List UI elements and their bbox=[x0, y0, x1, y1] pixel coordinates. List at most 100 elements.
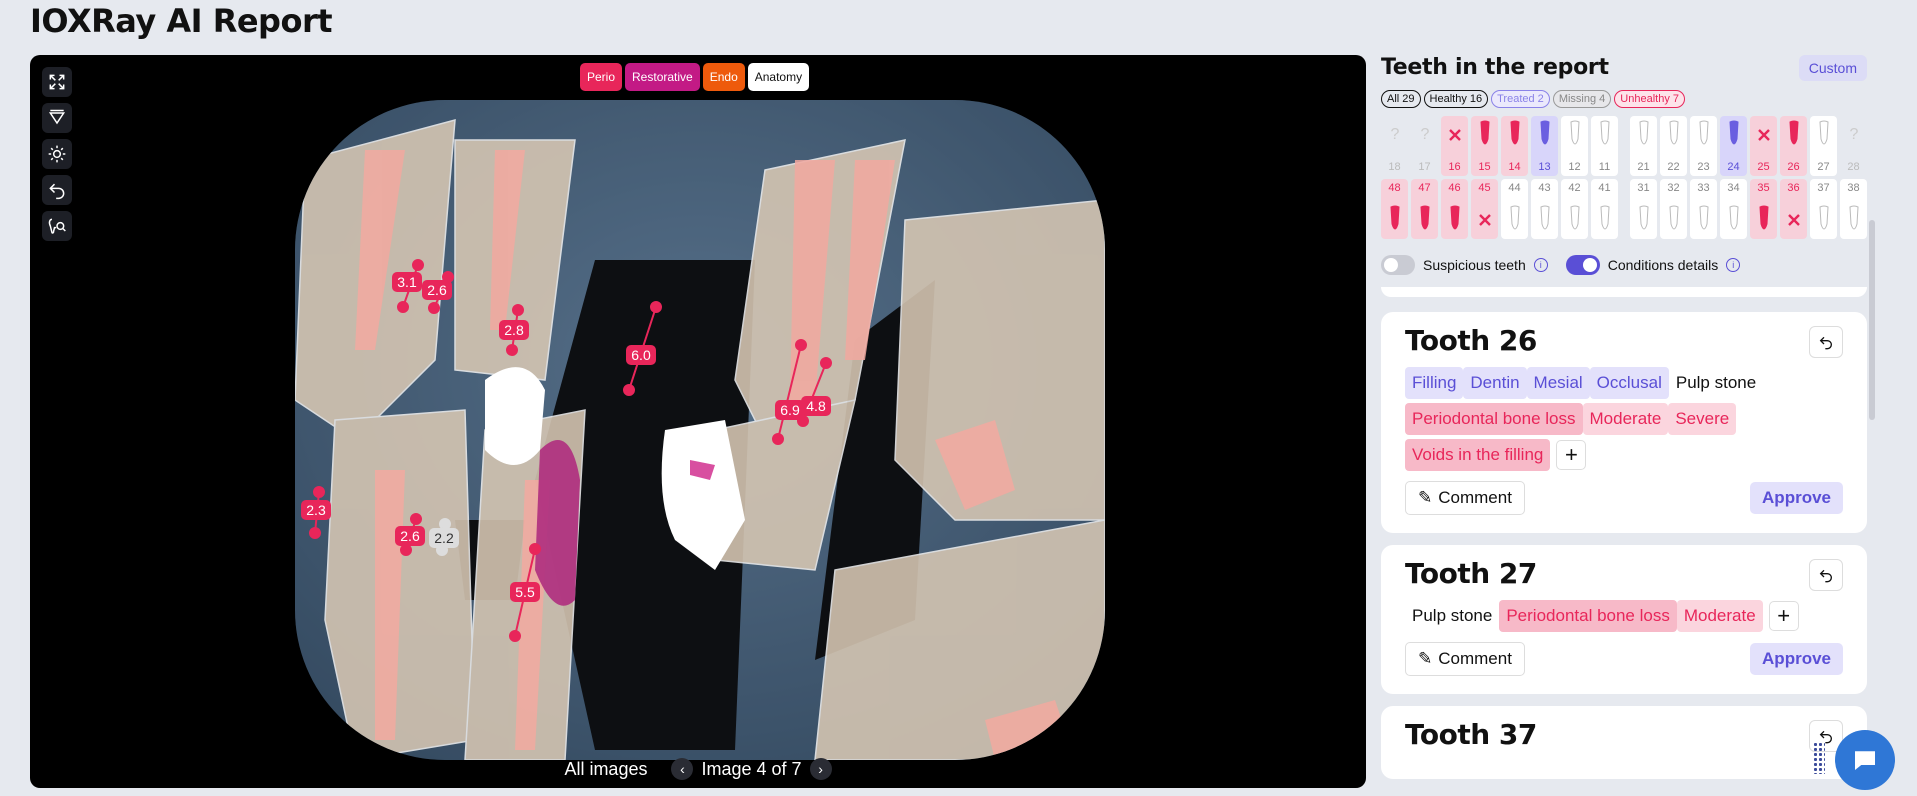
tooth-43[interactable]: 43 bbox=[1531, 179, 1558, 239]
tooth-38[interactable]: 38 bbox=[1840, 179, 1867, 239]
measurement-label[interactable]: 2.6 bbox=[395, 526, 425, 546]
approve-button[interactable]: Approve bbox=[1750, 643, 1843, 675]
chip-all[interactable]: All 29 bbox=[1381, 90, 1421, 108]
tooth-16[interactable]: 16 bbox=[1441, 116, 1468, 176]
tooth-48[interactable]: 48 bbox=[1381, 179, 1408, 239]
expand-icon[interactable] bbox=[42, 67, 72, 97]
suspicious-teeth-toggle[interactable] bbox=[1381, 255, 1415, 275]
tooth-41[interactable]: 41 bbox=[1591, 179, 1618, 239]
tooth-46[interactable]: 46 bbox=[1441, 179, 1468, 239]
tooth-28[interactable]: ? 28 bbox=[1840, 116, 1867, 176]
xray-viewer[interactable]: Perio Restorative Endo Anatomy 3.1 2.6 2… bbox=[30, 55, 1366, 788]
drag-handle[interactable] bbox=[1813, 742, 1825, 774]
filter-perio[interactable]: Perio bbox=[580, 63, 623, 91]
approve-button[interactable]: Approve bbox=[1750, 482, 1843, 514]
tooth-number: 17 bbox=[1418, 161, 1431, 173]
tooth-31[interactable]: 31 bbox=[1630, 179, 1657, 239]
tooth-icon bbox=[1539, 120, 1550, 145]
condition-tag[interactable]: Pulp stone bbox=[1668, 367, 1764, 399]
tooth-number: 46 bbox=[1448, 182, 1461, 194]
tooth-42[interactable]: 42 bbox=[1561, 179, 1588, 239]
chip-treated[interactable]: Treated 2 bbox=[1491, 90, 1550, 108]
undo-button[interactable] bbox=[1809, 559, 1843, 591]
filter-icon[interactable] bbox=[42, 103, 72, 133]
tooth-45[interactable]: 45 bbox=[1471, 179, 1498, 239]
filter-anatomy[interactable]: Anatomy bbox=[747, 63, 810, 91]
tooth-magnify-icon[interactable] bbox=[42, 211, 72, 241]
tooth-number: 45 bbox=[1478, 182, 1491, 194]
measurement-label[interactable]: 5.5 bbox=[510, 582, 540, 602]
tooth-35[interactable]: 35 bbox=[1750, 179, 1777, 239]
measurement-label[interactable]: 4.8 bbox=[801, 396, 831, 416]
brightness-icon[interactable] bbox=[42, 139, 72, 169]
all-images-link[interactable]: All images bbox=[564, 759, 647, 780]
tooth-card-list[interactable]: Tooth 26 Filling Dentin Mesial Occlusal Pulp… bbox=[1381, 287, 1867, 796]
tooth-25[interactable]: 25 bbox=[1750, 116, 1777, 176]
measurement-label[interactable]: 2.2 bbox=[429, 528, 459, 548]
comment-button[interactable]: ✎ Comment bbox=[1405, 642, 1525, 676]
tooth-11[interactable]: 11 bbox=[1591, 116, 1618, 176]
tooth-13[interactable]: 13 bbox=[1531, 116, 1558, 176]
chat-button[interactable] bbox=[1835, 730, 1895, 790]
condition-tag[interactable]: Moderate bbox=[1676, 600, 1763, 632]
measurement-label[interactable]: 2.8 bbox=[499, 320, 529, 340]
tooth-icon bbox=[1728, 205, 1739, 230]
tooth-icon bbox=[1389, 205, 1400, 230]
condition-tag[interactable]: Periodontal bone loss bbox=[1405, 403, 1583, 435]
measurement-label[interactable]: 6.9 bbox=[775, 400, 805, 420]
filter-endo[interactable]: Endo bbox=[702, 63, 745, 91]
report-panel: Teeth in the report Custom All 29 Health… bbox=[1381, 55, 1875, 796]
undo-icon[interactable] bbox=[42, 175, 72, 205]
measurement-label[interactable]: 6.0 bbox=[626, 345, 656, 365]
custom-button[interactable]: Custom bbox=[1798, 55, 1867, 81]
tooth-27[interactable]: 27 bbox=[1810, 116, 1837, 176]
condition-tag[interactable]: Moderate bbox=[1582, 403, 1669, 435]
undo-button[interactable] bbox=[1809, 326, 1843, 358]
tooth-23[interactable]: 23 bbox=[1690, 116, 1717, 176]
tooth-37[interactable]: 37 bbox=[1810, 179, 1837, 239]
chip-healthy[interactable]: Healthy 16 bbox=[1423, 90, 1489, 108]
chip-unhealthy[interactable]: Unhealthy 7 bbox=[1614, 90, 1685, 108]
add-condition-button[interactable]: + bbox=[1768, 601, 1799, 631]
tooth-36[interactable]: 36 bbox=[1780, 179, 1807, 239]
condition-tag[interactable]: Severe bbox=[1668, 403, 1737, 435]
tooth-18[interactable]: ? 18 bbox=[1381, 116, 1408, 176]
image-counter: Image 4 of 7 bbox=[701, 758, 802, 779]
tooth-44[interactable]: 44 bbox=[1501, 179, 1528, 239]
xray-image: 3.1 2.6 2.8 6.0 6.9 4.8 2.3 2.6 2.2 5.5 bbox=[295, 100, 1105, 760]
tooth-32[interactable]: 32 bbox=[1660, 179, 1687, 239]
pencil-icon: ✎ bbox=[1418, 488, 1433, 507]
condition-tag[interactable]: Voids in the filling bbox=[1405, 439, 1551, 471]
condition-tag[interactable]: Dentin bbox=[1463, 367, 1527, 399]
condition-tag[interactable]: Filling bbox=[1405, 367, 1464, 399]
info-icon[interactable]: i bbox=[1533, 258, 1548, 272]
comment-button[interactable]: ✎ Comment bbox=[1405, 481, 1525, 515]
tooth-26[interactable]: 26 bbox=[1780, 116, 1807, 176]
tooth-47[interactable]: 47 bbox=[1411, 179, 1438, 239]
info-icon[interactable]: i bbox=[1726, 258, 1741, 272]
tooth-33[interactable]: 33 bbox=[1690, 179, 1717, 239]
condition-tag[interactable]: Pulp stone bbox=[1405, 600, 1500, 632]
tooth-17[interactable]: ? 17 bbox=[1411, 116, 1438, 176]
condition-tag[interactable]: Mesial bbox=[1526, 367, 1590, 399]
condition-tag[interactable]: Occlusal bbox=[1589, 367, 1669, 399]
tooth-icon bbox=[1848, 205, 1859, 230]
measurement-label[interactable]: 2.3 bbox=[301, 500, 331, 520]
measurement-label[interactable]: 2.6 bbox=[422, 280, 452, 300]
chevron-right-icon[interactable]: › bbox=[809, 758, 832, 780]
tooth-22[interactable]: 22 bbox=[1660, 116, 1687, 176]
tooth-34[interactable]: 34 bbox=[1720, 179, 1747, 239]
add-condition-button[interactable]: + bbox=[1556, 440, 1587, 470]
tooth-12[interactable]: 12 bbox=[1561, 116, 1588, 176]
chevron-left-icon[interactable]: ‹ bbox=[671, 758, 694, 780]
panel-scrollbar[interactable] bbox=[1869, 220, 1875, 420]
chip-missing[interactable]: Missing 4 bbox=[1552, 90, 1612, 108]
tooth-15[interactable]: 15 bbox=[1471, 116, 1498, 176]
filter-restorative[interactable]: Restorative bbox=[625, 63, 700, 91]
tooth-14[interactable]: 14 bbox=[1501, 116, 1528, 176]
tooth-21[interactable]: 21 bbox=[1630, 116, 1657, 176]
tooth-24[interactable]: 24 bbox=[1720, 116, 1747, 176]
conditions-details-toggle[interactable] bbox=[1565, 255, 1600, 275]
condition-tag[interactable]: Periodontal bone loss bbox=[1499, 600, 1677, 632]
measurement-label[interactable]: 3.1 bbox=[392, 272, 422, 292]
